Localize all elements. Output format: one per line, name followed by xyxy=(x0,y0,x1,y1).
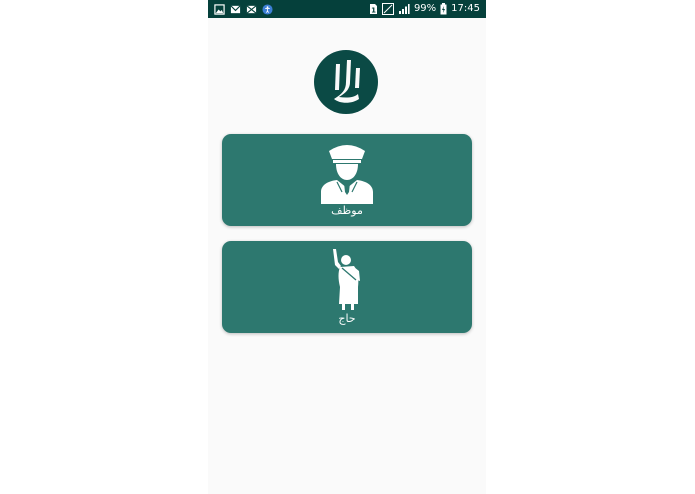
status-bar: 1 99% 17:45 xyxy=(208,0,486,18)
phone-screen: 1 99% 17:45 موظف حاج xyxy=(208,0,486,494)
system-indicators: 1 99% 17:45 xyxy=(369,2,480,16)
notification-icons xyxy=(214,3,273,15)
signal-strength-icon xyxy=(398,4,410,14)
app-logo xyxy=(314,50,378,114)
message-icon xyxy=(246,4,257,14)
mail-icon xyxy=(230,4,241,13)
svg-text:1: 1 xyxy=(371,7,376,15)
battery-percent: 99% xyxy=(413,3,437,14)
clock: 17:45 xyxy=(451,3,480,14)
pilgrim-icon xyxy=(333,249,360,310)
employee-button[interactable]: موظف xyxy=(222,134,472,226)
pilgrim-label: حاج xyxy=(338,312,356,325)
no-sim-signal-icon xyxy=(381,3,394,15)
gallery-icon xyxy=(214,3,225,15)
sim-card-icon: 1 xyxy=(369,4,377,15)
pilgrim-button[interactable]: حاج xyxy=(222,241,472,333)
accessibility-icon xyxy=(262,3,273,15)
battery-charging-icon xyxy=(440,3,447,15)
employee-label: موظف xyxy=(331,204,363,217)
employee-officer-icon xyxy=(321,145,373,204)
